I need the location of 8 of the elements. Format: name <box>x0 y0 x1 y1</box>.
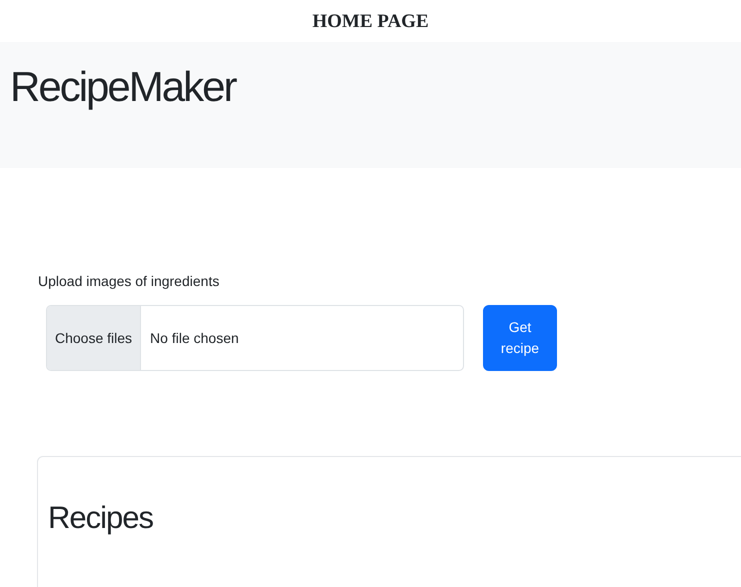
file-status-text: No file chosen <box>149 328 239 348</box>
get-recipe-button[interactable]: Get recipe <box>483 305 557 371</box>
file-input-field[interactable]: Choose files No file chosen <box>46 305 464 371</box>
recipes-heading: Recipes <box>48 499 153 536</box>
choose-files-button[interactable]: Choose files <box>47 306 142 370</box>
brand-title: RecipeMaker <box>10 62 236 112</box>
upload-label: Upload images of ingredients <box>38 272 220 291</box>
caption-text: HOME PAGE <box>312 11 429 32</box>
